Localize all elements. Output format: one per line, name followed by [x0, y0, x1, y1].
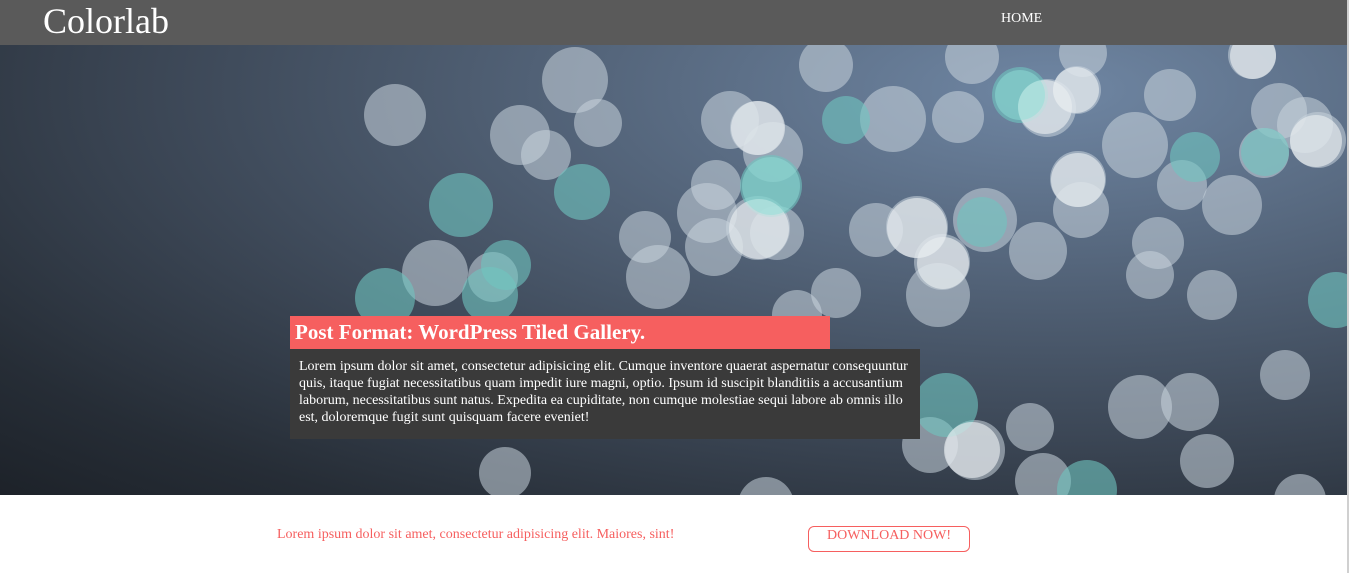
site-header: Colorlab HOME — [0, 0, 1347, 45]
download-now-button[interactable]: DOWNLOAD NOW! — [808, 526, 970, 552]
site-logo[interactable]: Colorlab — [43, 1, 169, 41]
cta-text: Lorem ipsum dolor sit amet, consectetur … — [277, 527, 675, 542]
post-excerpt: Lorem ipsum dolor sit amet, consectetur … — [290, 349, 920, 439]
nav-item-home[interactable]: HOME — [1001, 11, 1042, 27]
post-title[interactable]: Post Format: WordPress Tiled Gallery. — [290, 316, 830, 349]
hero-banner: Post Format: WordPress Tiled Gallery. Lo… — [0, 45, 1347, 495]
